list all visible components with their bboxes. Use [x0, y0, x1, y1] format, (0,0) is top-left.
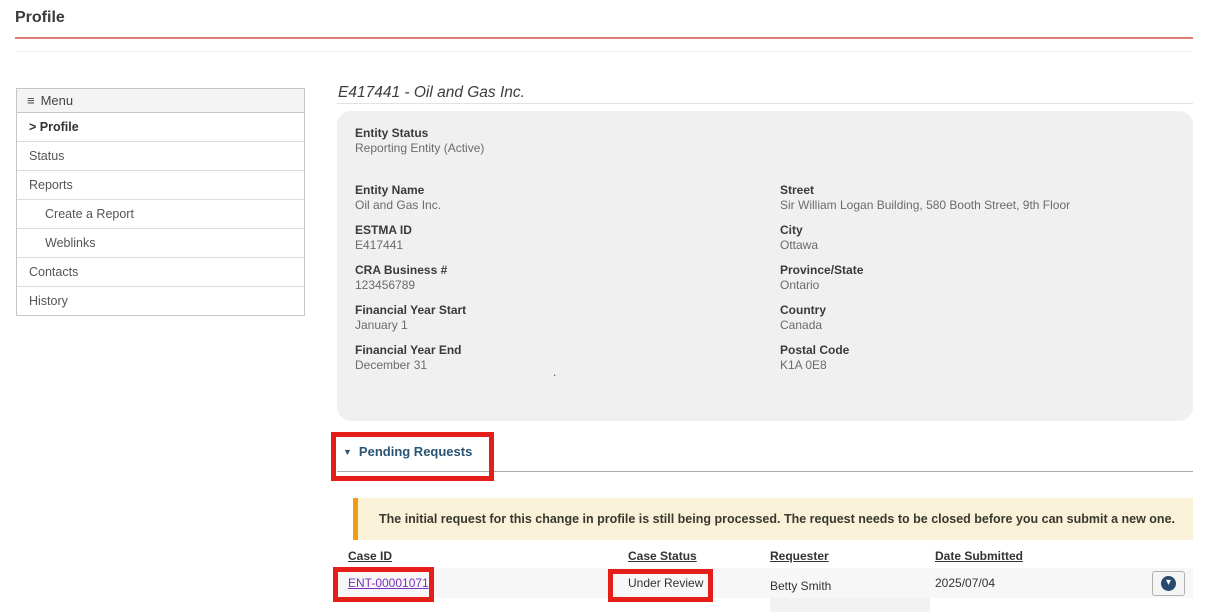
case-id-link[interactable]: ENT-00001071: [348, 576, 429, 590]
field-value: Ottawa: [780, 238, 1175, 253]
pending-requests-table-header: Case ID Case Status Requester Date Submi…: [337, 549, 1193, 565]
field-value: K1A 0E8: [780, 358, 1175, 373]
sidebar-item-weblinks[interactable]: Weblinks: [17, 229, 304, 258]
chevron-down-circle-icon: ▾: [1161, 576, 1176, 591]
field-postal-code: Postal Code K1A 0E8: [780, 343, 1175, 373]
next-row-partial: [770, 598, 930, 612]
field-fy-start: Financial Year Start January 1: [355, 303, 780, 333]
field-label: ESTMA ID: [355, 223, 780, 238]
field-fy-end: Financial Year End December 31: [355, 343, 780, 373]
pending-requests-toggle[interactable]: ▼ Pending Requests: [343, 444, 472, 459]
page-title: Profile: [15, 9, 65, 27]
field-label: Postal Code: [780, 343, 1175, 358]
column-header-case-id[interactable]: Case ID: [348, 549, 392, 563]
entity-heading-rule: [337, 103, 1193, 104]
field-value: Oil and Gas Inc.: [355, 198, 780, 213]
field-label: Entity Name: [355, 183, 780, 198]
field-value: 123456789: [355, 278, 780, 293]
column-header-requester[interactable]: Requester: [770, 549, 829, 563]
field-label: Province/State: [780, 263, 1175, 278]
pending-requests-label: Pending Requests: [359, 444, 472, 459]
title-underline: [15, 37, 1193, 39]
field-value: Reporting Entity (Active): [355, 141, 1175, 156]
field-label: City: [780, 223, 1175, 238]
field-city: City Ottawa: [780, 223, 1175, 253]
field-label: Country: [780, 303, 1175, 318]
menu-header: ≡ Menu: [17, 89, 304, 113]
sidebar-item-reports[interactable]: Reports: [17, 171, 304, 200]
field-entity-status: Entity Status Reporting Entity (Active): [355, 126, 1175, 156]
requester-value: Betty Smith: [770, 571, 831, 601]
sidebar-menu: ≡ Menu > Profile Status Reports Create a …: [16, 88, 305, 316]
header-divider: [15, 51, 1193, 52]
field-label: Entity Status: [355, 126, 1175, 141]
caret-down-icon: ▼: [343, 447, 352, 457]
field-value: Ontario: [780, 278, 1175, 293]
menu-header-label: Menu: [41, 93, 74, 108]
field-value: December 31: [355, 358, 780, 373]
column-header-date-submitted[interactable]: Date Submitted: [935, 549, 1023, 563]
field-label: Street: [780, 183, 1175, 198]
column-header-case-status[interactable]: Case Status: [628, 549, 697, 563]
field-entity-name: Entity Name Oil and Gas Inc.: [355, 183, 780, 213]
sidebar-item-status[interactable]: Status: [17, 142, 304, 171]
field-estma-id: ESTMA ID E417441: [355, 223, 780, 253]
hamburger-icon: ≡: [27, 93, 35, 108]
row-actions-button[interactable]: ▾: [1152, 571, 1185, 596]
field-province-state: Province/State Ontario: [780, 263, 1175, 293]
field-country: Country Canada: [780, 303, 1175, 333]
stray-mark: .: [553, 365, 556, 379]
field-cra-business: CRA Business # 123456789: [355, 263, 780, 293]
table-row: ENT-00001071 Under Review Betty Smith 20…: [337, 568, 1193, 598]
sidebar-item-create-report[interactable]: Create a Report: [17, 200, 304, 229]
field-label: CRA Business #: [355, 263, 780, 278]
field-value: Canada: [780, 318, 1175, 333]
field-street: Street Sir William Logan Building, 580 B…: [780, 183, 1175, 213]
entity-heading: E417441 - Oil and Gas Inc.: [338, 84, 525, 102]
sidebar-item-profile[interactable]: > Profile: [17, 113, 304, 142]
date-submitted-value: 2025/07/04: [935, 568, 995, 598]
entity-info-panel: Entity Status Reporting Entity (Active) …: [337, 111, 1193, 421]
field-label: Financial Year Start: [355, 303, 780, 318]
sidebar-item-contacts[interactable]: Contacts: [17, 258, 304, 287]
sidebar-item-history[interactable]: History: [17, 287, 304, 315]
pending-section-rule: [337, 471, 1193, 472]
field-value: January 1: [355, 318, 780, 333]
field-label: Financial Year End: [355, 343, 780, 358]
case-status-value: Under Review: [628, 568, 703, 598]
field-value: Sir William Logan Building, 580 Booth St…: [780, 198, 1175, 213]
warning-alert: The initial request for this change in p…: [353, 498, 1193, 540]
field-value: E417441: [355, 238, 780, 253]
warning-text: The initial request for this change in p…: [379, 512, 1175, 526]
